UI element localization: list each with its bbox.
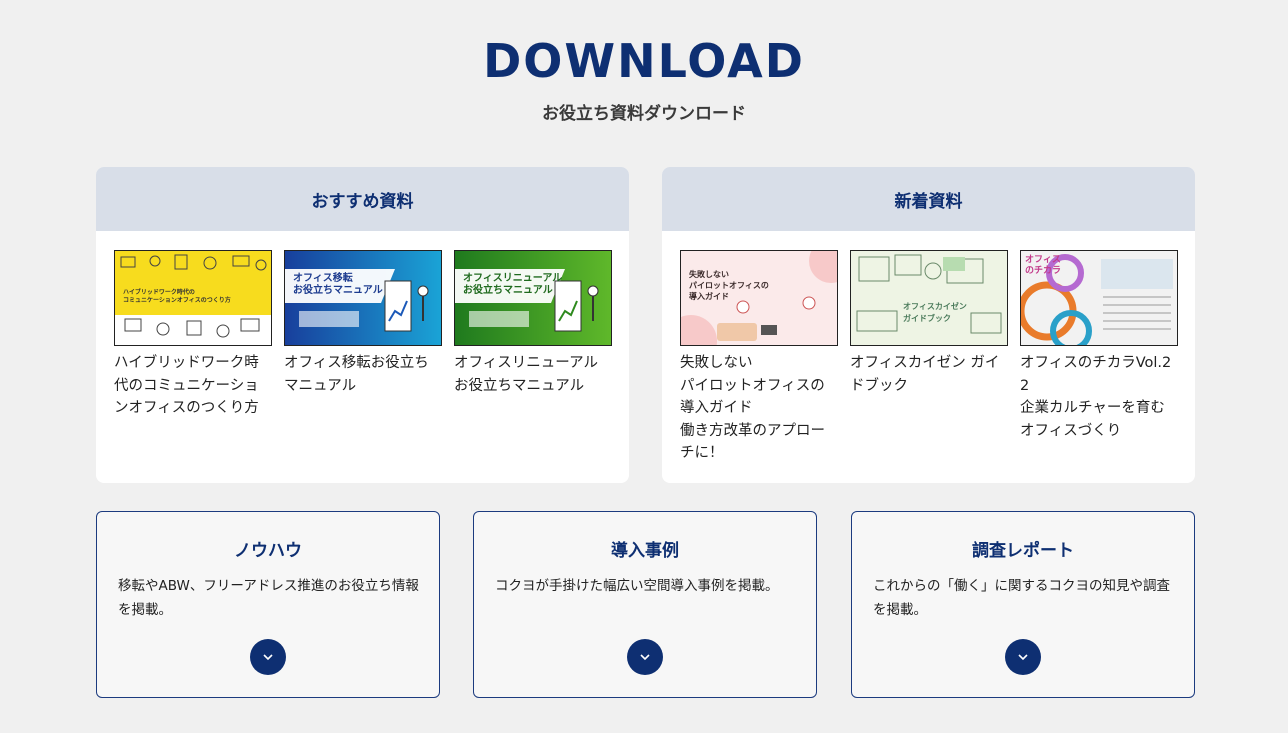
- doc-title: オフィス移転お役立ちマニュアル: [284, 355, 429, 394]
- chevron-down-icon[interactable]: [627, 639, 663, 675]
- new-arrivals-heading: 新着資料: [662, 167, 1195, 231]
- card-description: 移転やABW、フリーアドレス推進のお役立ち情報を掲載。: [118, 578, 419, 618]
- doc-title: オフィスリニューアルお役立ちマニュアル: [454, 355, 598, 394]
- card-description: コクヨが手掛けた幅広い空間導入事例を掲載。: [495, 578, 779, 594]
- card-title: 調査レポート: [972, 541, 1074, 561]
- new-arrivals-panel: 新着資料 失敗しない パイロットオフィスの 導入ガイド 失敗しない パイロットオ…: [662, 167, 1195, 483]
- doc-thumbnail: オフィス移転 お役立ちマニュアル: [284, 250, 442, 346]
- doc-title: ハイブリッドワーク時代のコミュニケーションオフィスのつくり方: [114, 355, 259, 416]
- doc-thumbnail: オフィスリニューアル お役立ちマニュアル: [454, 250, 612, 346]
- page-title: DOWNLOAD: [483, 34, 805, 88]
- thumb-caption: オフィス移転 お役立ちマニュアル: [293, 273, 383, 296]
- card-description: これからの「働く」に関するコクヨの知見や調査を掲載。: [873, 578, 1170, 618]
- thumb-caption: オフィスリニューアル お役立ちマニュアル: [463, 273, 563, 296]
- doc-title: 失敗しない パイロットオフィスの導入ガイド 働き方改革のアプローチに！: [680, 355, 825, 461]
- doc-title: オフィスのチカラVol.22 企業カルチャーを育むオフィスづくり: [1020, 355, 1172, 439]
- card-research-report[interactable]: 調査レポート これからの「働く」に関するコクヨの知見や調査を掲載。: [851, 511, 1195, 698]
- card-knowhow[interactable]: ノウハウ 移転やABW、フリーアドレス推進のお役立ち情報を掲載。: [96, 511, 440, 698]
- doc-title: オフィスカイゼン ガイドブック: [850, 355, 1000, 394]
- doc-thumbnail: オフィス のチカラ: [1020, 250, 1178, 346]
- doc-card-relocation-manual[interactable]: オフィス移転 お役立ちマニュアル オフィス移転お役立ちマニュアル: [284, 250, 442, 397]
- card-case-studies[interactable]: 導入事例 コクヨが手掛けた幅広い空間導入事例を掲載。: [473, 511, 817, 698]
- card-title: 導入事例: [611, 541, 679, 561]
- doc-card-office-power[interactable]: オフィス のチカラ オフィスのチカラVol.22 企業カルチャーを育むオフィスづ…: [1020, 250, 1178, 442]
- doc-card-hybrid-work[interactable]: ハイブリッドワーク時代の コミュニケーションオフィスのつくり方 ハイブリッドワー…: [114, 250, 272, 420]
- chevron-down-icon[interactable]: [1005, 639, 1041, 675]
- card-title: ノウハウ: [234, 541, 302, 561]
- recommended-panel: おすすめ資料 ハイブリッドワーク時代の コミュニケーションオフィスのつくり方 ハ…: [96, 167, 629, 483]
- thumb-caption: ハイブリッドワーク時代の コミュニケーションオフィスのつくり方: [123, 289, 231, 304]
- thumb-caption: オフィス のチカラ: [1025, 255, 1062, 276]
- page-subtitle: お役立ち資料ダウンロード: [542, 104, 746, 124]
- thumb-caption: オフィスカイゼン ガイドブック: [903, 302, 967, 323]
- doc-card-pilot-office[interactable]: 失敗しない パイロットオフィスの 導入ガイド 失敗しない パイロットオフィスの導…: [680, 250, 838, 465]
- doc-thumbnail: オフィスカイゼン ガイドブック: [850, 250, 1008, 346]
- doc-thumbnail: ハイブリッドワーク時代の コミュニケーションオフィスのつくり方: [114, 250, 272, 346]
- chevron-down-icon[interactable]: [250, 639, 286, 675]
- doc-thumbnail: 失敗しない パイロットオフィスの 導入ガイド: [680, 250, 838, 346]
- thumb-caption: 失敗しない パイロットオフィスの 導入ガイド: [689, 270, 769, 301]
- recommended-heading: おすすめ資料: [96, 167, 629, 231]
- doc-card-kaizen-guide[interactable]: オフィスカイゼン ガイドブック オフィスカイゼン ガイドブック: [850, 250, 1008, 397]
- doc-card-renewal-manual[interactable]: オフィスリニューアル お役立ちマニュアル オフィスリニューアルお役立ちマニュアル: [454, 250, 612, 397]
